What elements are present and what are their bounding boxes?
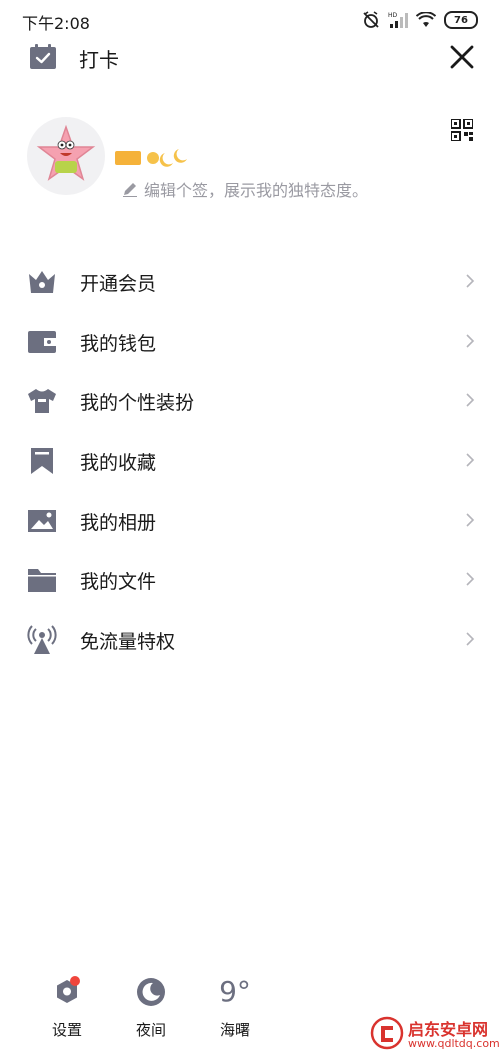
menu-item-label: 我的钱包 <box>80 332 157 355</box>
crown-icon <box>29 271 55 293</box>
weather-location: 海曙 <box>219 1021 250 1039</box>
menu-item-label: 我的相册 <box>80 511 157 534</box>
nickname-emoji <box>115 149 187 167</box>
chevron-right-icon <box>466 274 475 288</box>
menu-item-label: 我的收藏 <box>80 452 157 475</box>
chevron-right-icon <box>466 453 475 467</box>
weather-temperature: 9° <box>219 975 251 1008</box>
folder-icon <box>28 569 56 593</box>
watermark-logo-icon <box>370 1016 404 1050</box>
hd-badge: HD <box>388 12 398 19</box>
menu-list: 开通会员 我的钱包 我的个性装扮 我的收藏 我的相册 我的文件 免流量特权 <box>0 252 500 670</box>
notification-dot <box>70 976 80 986</box>
weather-button[interactable]: 9° 海曙 <box>203 975 267 1045</box>
signature[interactable]: 编辑个签，展示我的独特态度。 <box>122 177 368 201</box>
wifi-icon <box>416 12 436 27</box>
pencil-icon <box>123 183 137 197</box>
status-time: 下午2:08 <box>22 14 90 33</box>
bookmark-icon <box>31 448 53 475</box>
battery-icon: 76 <box>444 11 478 29</box>
settings-button[interactable]: 设置 <box>35 975 99 1045</box>
wallet-icon <box>28 330 56 353</box>
chevron-right-icon <box>466 632 475 646</box>
calendar-check-icon[interactable] <box>29 44 57 70</box>
night-label: 夜间 <box>135 1021 166 1039</box>
status-icons: HD 76 <box>362 9 478 31</box>
signal-tower-icon <box>27 625 57 655</box>
night-mode-button[interactable]: 夜间 <box>119 975 183 1045</box>
signal-icon: HD <box>388 12 408 28</box>
menu-item-favorites[interactable]: 我的收藏 <box>0 431 500 491</box>
settings-label: 设置 <box>51 1021 82 1039</box>
menu-item-label: 我的文件 <box>80 571 157 594</box>
menu-item-album[interactable]: 我的相册 <box>0 491 500 551</box>
status-bar: 下午2:08 HD 76 <box>0 0 500 38</box>
menu-item-themes[interactable]: 我的个性装扮 <box>0 371 500 431</box>
chevron-right-icon <box>466 513 475 527</box>
menu-item-vip[interactable]: 开通会员 <box>0 252 500 312</box>
menu-item-label: 我的个性装扮 <box>80 392 195 415</box>
chevron-right-icon <box>466 334 475 348</box>
watermark: 启东安卓网 www.qdltdq.com <box>368 1010 500 1054</box>
tshirt-icon <box>28 389 56 414</box>
avatar-starfish-image <box>36 124 96 181</box>
profile-section: 编辑个签，展示我的独特态度。 <box>0 115 500 205</box>
qr-code-icon[interactable] <box>451 119 473 141</box>
menu-item-free-data[interactable]: 免流量特权 <box>0 610 500 670</box>
menu-item-label: 开通会员 <box>80 273 157 295</box>
watermark-url: www.qdltdq.com <box>408 1037 500 1050</box>
menu-item-files[interactable]: 我的文件 <box>0 550 500 610</box>
moon-icon <box>137 978 165 1006</box>
menu-item-wallet[interactable]: 我的钱包 <box>0 312 500 372</box>
close-icon[interactable] <box>448 43 476 71</box>
checkin-label[interactable]: 打卡 <box>79 44 119 73</box>
top-bar: 打卡 <box>0 38 500 78</box>
menu-item-label: 免流量特权 <box>80 631 176 654</box>
settings-icon <box>57 976 80 1003</box>
image-icon <box>28 509 56 532</box>
alarm-off-icon <box>363 11 379 28</box>
chevron-right-icon <box>466 572 475 587</box>
drawer-page: 下午2:08 HD 76 打卡 编辑个签，展示我的独特态度。 开通会员 我的钱包… <box>0 0 500 1057</box>
chevron-right-icon <box>466 393 475 407</box>
signature-text: 编辑个签，展示我的独特态度。 <box>144 181 369 200</box>
avatar[interactable] <box>27 117 105 195</box>
